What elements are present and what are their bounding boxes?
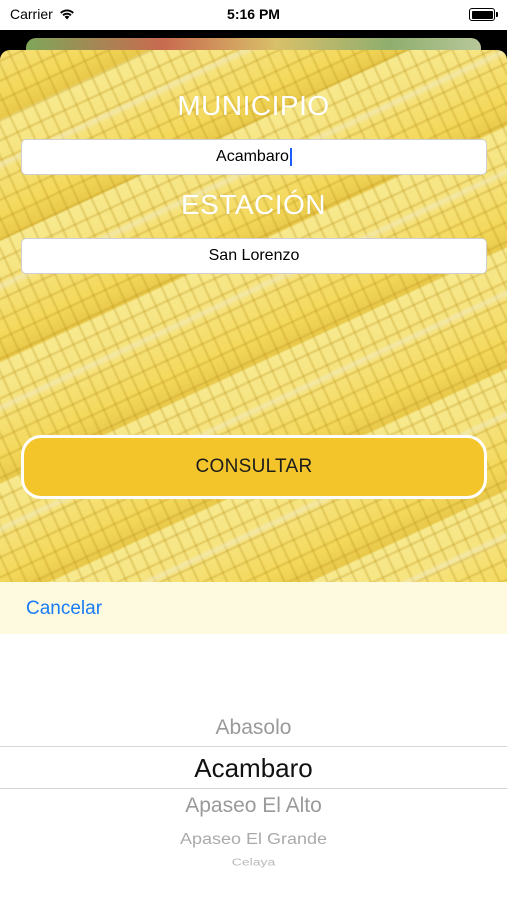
picker-option[interactable]: Abasolo (0, 716, 507, 740)
picker-option-selected[interactable]: Acambaro (0, 753, 507, 784)
municipio-label: MUNICIPIO (177, 90, 330, 121)
cancel-button[interactable]: Cancelar (26, 598, 102, 620)
consultar-button[interactable]: CONSULTAR (21, 435, 487, 499)
municipio-field[interactable]: Acambaro (21, 139, 487, 175)
picker-selection-top (0, 746, 507, 747)
picker-option[interactable]: Celaya (0, 856, 507, 867)
municipio-value: Acambaro (216, 148, 289, 165)
picker-toolbar: Cancelar (0, 582, 507, 634)
picker-option[interactable]: Apaseo El Grande (0, 831, 507, 849)
form-sheet: MUNICIPIO Acambaro ESTACIÓN San Lorenzo (0, 50, 507, 582)
picker-selection-bottom (0, 788, 507, 789)
status-bar: Carrier 5:16 PM (0, 0, 507, 30)
battery-icon (469, 8, 498, 21)
estacion-value: San Lorenzo (208, 247, 300, 264)
text-cursor (289, 147, 292, 166)
picker-option[interactable]: Apaseo El Alto (0, 794, 507, 818)
estacion-field[interactable]: San Lorenzo (21, 238, 487, 274)
clock: 5:16 PM (227, 6, 280, 22)
estacion-label: ESTACIÓN (180, 189, 327, 220)
municipio-picker[interactable]: Abasolo Acambaro Apaseo El Alto Apaseo E… (0, 634, 507, 900)
